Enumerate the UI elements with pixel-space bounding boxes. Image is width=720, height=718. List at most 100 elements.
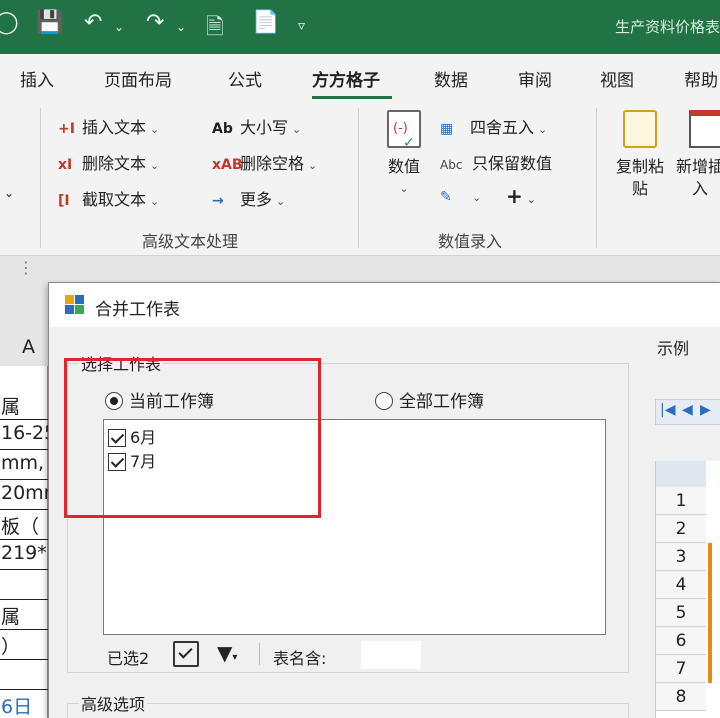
table-cell[interactable]: 属 [0,392,48,420]
active-tab-indicator [312,96,392,99]
remove-spaces-icon: xAB [212,157,243,173]
plus-icon: + [506,184,523,208]
preview-corner [656,461,706,487]
copy-paste-button[interactable]: 复制粘贴 [610,110,670,200]
more-button[interactable]: → 更多 ⌄ [212,186,285,210]
table-cell[interactable]: 6日 [0,692,48,718]
prev-sheet-icon[interactable]: ◀ [682,402,693,418]
group-label-number: 数值录入 [438,232,503,251]
autosave-icon[interactable]: ◯ [0,10,19,35]
select-all-checkbox[interactable] [173,641,199,667]
edit-icon: ✎ [440,189,452,205]
remove-spaces-button[interactable]: xAB删除空格 ⌄ [212,150,317,174]
preview-row-number: 4 [656,571,706,599]
list-status-bar: 已选2 ▼▾ 表名含: [103,639,606,671]
title-bar: ◯ 💾 ↶ ⌄ ↷ ⌄ 🗎 📄 ▿ 生产资料价格表 [0,0,720,54]
preview-row-number: 2 [656,515,706,543]
table-cell[interactable]: 20mn [0,482,48,510]
tab-fangfanggezi[interactable]: 方方格子 [312,66,380,91]
preview-highlight-border [708,543,712,683]
extract-text-button[interactable]: [I 截取文本 ⌄ [58,186,159,210]
chevron-down-icon: ⌄ [308,159,318,172]
tab-review[interactable]: 审阅 [518,66,552,91]
more-options-icon[interactable]: ⋮ [18,258,34,277]
round-icon: ▦ [440,121,454,137]
dialog-title-bar: 合并工作表 [49,283,720,327]
chevron-down-icon: ⌄ [150,123,160,136]
insert-row-icon [689,110,720,148]
table-cell[interactable]: 16-25 [0,422,48,450]
dialog-title: 合并工作表 [95,300,180,320]
case-button[interactable]: Ab 大小写 ⌄ [212,114,301,138]
preview-row-number: 7 [656,655,706,683]
tab-insert[interactable]: 插入 [20,66,54,91]
advanced-options-group [67,703,629,718]
table-cell[interactable]: 属 [0,602,48,630]
chevron-down-icon: ⌄ [526,193,536,206]
ribbon-separator [40,108,41,248]
tab-data[interactable]: 数据 [434,66,468,91]
advanced-options-legend: 高级选项 [79,691,148,715]
insert-text-button[interactable]: +I 插入文本 ⌄ [58,114,159,138]
preview-label: 示例 [655,335,692,359]
name-contains-label: 表名含: [273,649,327,668]
insert-text-icon: +I [58,121,75,137]
round-button[interactable]: ▦ 四舍五入 ⌄ [440,114,547,138]
print-preview-icon[interactable]: 🗎 [206,10,224,48]
preview-row-number: 3 [656,543,706,571]
delete-text-button[interactable]: xI 删除文本 ⌄ [58,150,159,174]
chevron-down-icon: ⌄ [150,159,160,172]
preview-row-number: 8 [656,683,706,711]
document-title: 生产资料价格表 [614,18,720,36]
next-sheet-icon[interactable]: ▶ [700,402,711,418]
divider [259,643,260,665]
tab-view[interactable]: 视图 [600,66,634,91]
value-button[interactable]: (-) ✓ 数值 ⌄ [380,110,428,200]
header-gap [0,286,48,300]
customize-toolbar-icon[interactable]: ▿ [298,18,305,34]
table-cell[interactable] [0,572,48,600]
ribbon-separator [596,108,597,248]
keep-value-button[interactable]: Abc 只保留数值 [440,150,552,174]
chevron-down-icon: ⌄ [472,191,482,204]
undo-dropdown-icon[interactable]: ⌄ [114,20,124,34]
preview-row-number: 6 [656,627,706,655]
new-file-icon[interactable]: 📄 [252,10,279,35]
ribbon: ⌄ +I 插入文本 ⌄ xI 删除文本 ⌄ [I 截取文本 ⌄ Ab 大小写 ⌄ xAB删除空格… [0,102,720,256]
redo-dropdown-icon[interactable]: ⌄ [176,20,186,34]
case-icon: Ab [212,121,233,137]
preview-row-number: 1 [656,487,706,515]
preview-row-number: 5 [656,599,706,627]
plus-button[interactable]: + ⌄ [506,184,536,208]
table-cell[interactable]: mm, [0,452,48,480]
name-contains-input[interactable] [361,641,421,669]
table-cell[interactable]: 板（ [0,512,48,540]
annotation-highlight-box [64,358,321,518]
tab-formulas[interactable]: 公式 [228,66,262,91]
table-cell[interactable]: ） [0,632,48,660]
preview-grid: 1 2 3 4 5 6 7 8 [655,461,720,718]
first-sheet-icon[interactable]: |◀ [660,402,675,418]
app-icon [65,295,85,315]
sheet-cells: 属 16-25 mm, 20mn 板（ 219* 属 ） 6日 [0,366,48,718]
chevron-down-icon: ⌄ [538,123,548,136]
radio-unselected-icon [375,392,393,410]
table-cell[interactable] [0,662,48,690]
save-icon[interactable]: 💾 [36,10,63,35]
radio-all-workbooks[interactable]: 全部工作簿 [375,387,484,412]
edit-options-button[interactable]: ✎ ⌄ [440,186,481,205]
table-cell[interactable]: 219* [0,542,48,570]
extract-text-icon: [I [58,193,70,209]
preview-nav-bar: |◀ ◀ ▶ [655,399,720,425]
group-label-text: 高级文本处理 [142,232,239,251]
filter-icon[interactable]: ▼▾ [217,641,237,665]
tab-page-layout[interactable]: 页面布局 [104,66,172,91]
redo-icon[interactable]: ↷ [146,10,164,35]
tab-help[interactable]: 帮助 [684,66,718,91]
ribbon-separator [358,108,359,248]
column-header-a[interactable]: A [22,336,35,358]
add-insert-button[interactable]: 新增插入 [676,110,720,200]
undo-icon[interactable]: ↶ [84,10,102,35]
chevron-down-icon[interactable]: ⌄ [4,186,14,200]
ribbon-tabs: 插入 页面布局 公式 方方格子 数据 审阅 视图 帮助 [0,54,720,102]
